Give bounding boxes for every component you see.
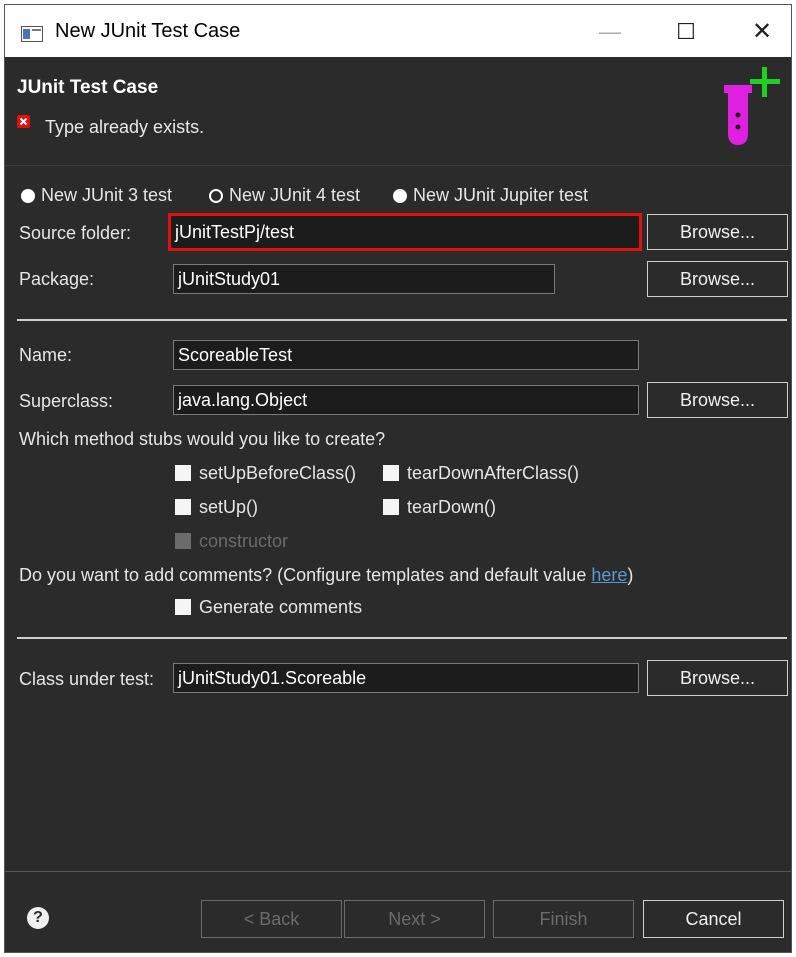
teardownafterclass-label: tearDownAfterClass() [407, 463, 580, 483]
radio-jupiter-indicator [393, 189, 407, 203]
radio-junit4-indicator [209, 189, 223, 203]
finish-button: Finish [493, 900, 634, 938]
comments-question-prefix: Do you want to add comments? (Configure … [19, 565, 592, 585]
window-app-icon [21, 26, 43, 42]
setupbeforeclass-label: setUpBeforeClass() [199, 463, 357, 483]
source-folder-browse-button[interactable]: Browse... [647, 214, 788, 250]
radio-jupiter-label: New JUnit Jupiter test [413, 185, 589, 205]
setupbeforeclass-checkbox[interactable]: setUpBeforeClass() [175, 463, 356, 487]
class-under-test-label: Class under test: [19, 669, 155, 689]
footer-separator [5, 871, 791, 872]
checkbox-box [175, 499, 191, 515]
maximize-button[interactable]: ☐ [667, 17, 705, 47]
back-button: < Back [201, 900, 342, 938]
generate-comments-label: Generate comments [199, 597, 363, 617]
cancel-button[interactable]: Cancel [643, 900, 784, 938]
separator [17, 637, 787, 639]
junit-test-tube-icon [724, 67, 780, 145]
generate-comments-checkbox[interactable]: Generate comments [175, 597, 362, 621]
name-input[interactable]: ScoreableTest [173, 340, 639, 370]
radio-junit4[interactable]: New JUnit 4 test [209, 185, 360, 209]
superclass-label: Superclass: [19, 391, 114, 411]
radio-junit4-label: New JUnit 4 test [229, 185, 361, 205]
package-label: Package: [19, 269, 95, 289]
junit-dialog-window: New JUnit Test Case — ☐ ✕ JUnit Test Cas… [4, 4, 792, 953]
setup-checkbox[interactable]: setUp() [175, 497, 258, 521]
radio-junit3[interactable]: New JUnit 3 test [21, 185, 172, 209]
teardownafterclass-checkbox[interactable]: tearDownAfterClass() [383, 463, 579, 487]
comments-question-suffix: ) [627, 565, 634, 585]
source-folder-input[interactable]: jUnitTestPj/test [168, 213, 642, 251]
radio-junit-jupiter[interactable]: New JUnit Jupiter test [393, 185, 588, 209]
checkbox-box [383, 499, 399, 515]
constructor-checkbox: constructor [175, 531, 288, 555]
class-under-test-input[interactable]: jUnitStudy01.Scoreable [173, 663, 639, 693]
checkbox-box [175, 465, 191, 481]
separator [17, 319, 787, 321]
checkbox-box [175, 599, 191, 615]
radio-junit3-indicator [21, 189, 35, 203]
next-button: Next > [344, 900, 485, 938]
name-label: Name: [19, 345, 73, 365]
checkbox-box [175, 533, 191, 549]
title-bar: New JUnit Test Case — ☐ ✕ [5, 5, 791, 57]
superclass-input[interactable]: java.lang.Object [173, 385, 639, 415]
configure-templates-link[interactable]: here [591, 565, 627, 585]
teardown-label: tearDown() [407, 497, 497, 517]
comments-question: Do you want to add comments? (Configure … [19, 565, 633, 586]
close-button[interactable]: ✕ [743, 17, 781, 47]
radio-junit3-label: New JUnit 3 test [41, 185, 173, 205]
setup-label: setUp() [199, 497, 259, 517]
minimize-button[interactable]: — [591, 17, 629, 47]
error-icon [17, 115, 30, 128]
constructor-label: constructor [199, 531, 289, 551]
class-under-test-browse-button[interactable]: Browse... [647, 660, 788, 696]
method-stubs-question: Which method stubs would you like to cre… [19, 429, 386, 449]
package-input[interactable]: jUnitStudy01 [173, 264, 555, 294]
source-folder-label: Source folder: [19, 223, 132, 243]
superclass-browse-button[interactable]: Browse... [647, 382, 788, 418]
teardown-checkbox[interactable]: tearDown() [383, 497, 496, 521]
window-title: New JUnit Test Case [55, 20, 241, 42]
help-icon[interactable]: ? [27, 907, 49, 929]
wizard-header: JUnit Test Case Type already exists. [5, 57, 791, 166]
error-message: Type already exists. [45, 117, 205, 137]
page-title: JUnit Test Case [17, 77, 159, 98]
package-browse-button[interactable]: Browse... [647, 261, 788, 297]
checkbox-box [383, 465, 399, 481]
